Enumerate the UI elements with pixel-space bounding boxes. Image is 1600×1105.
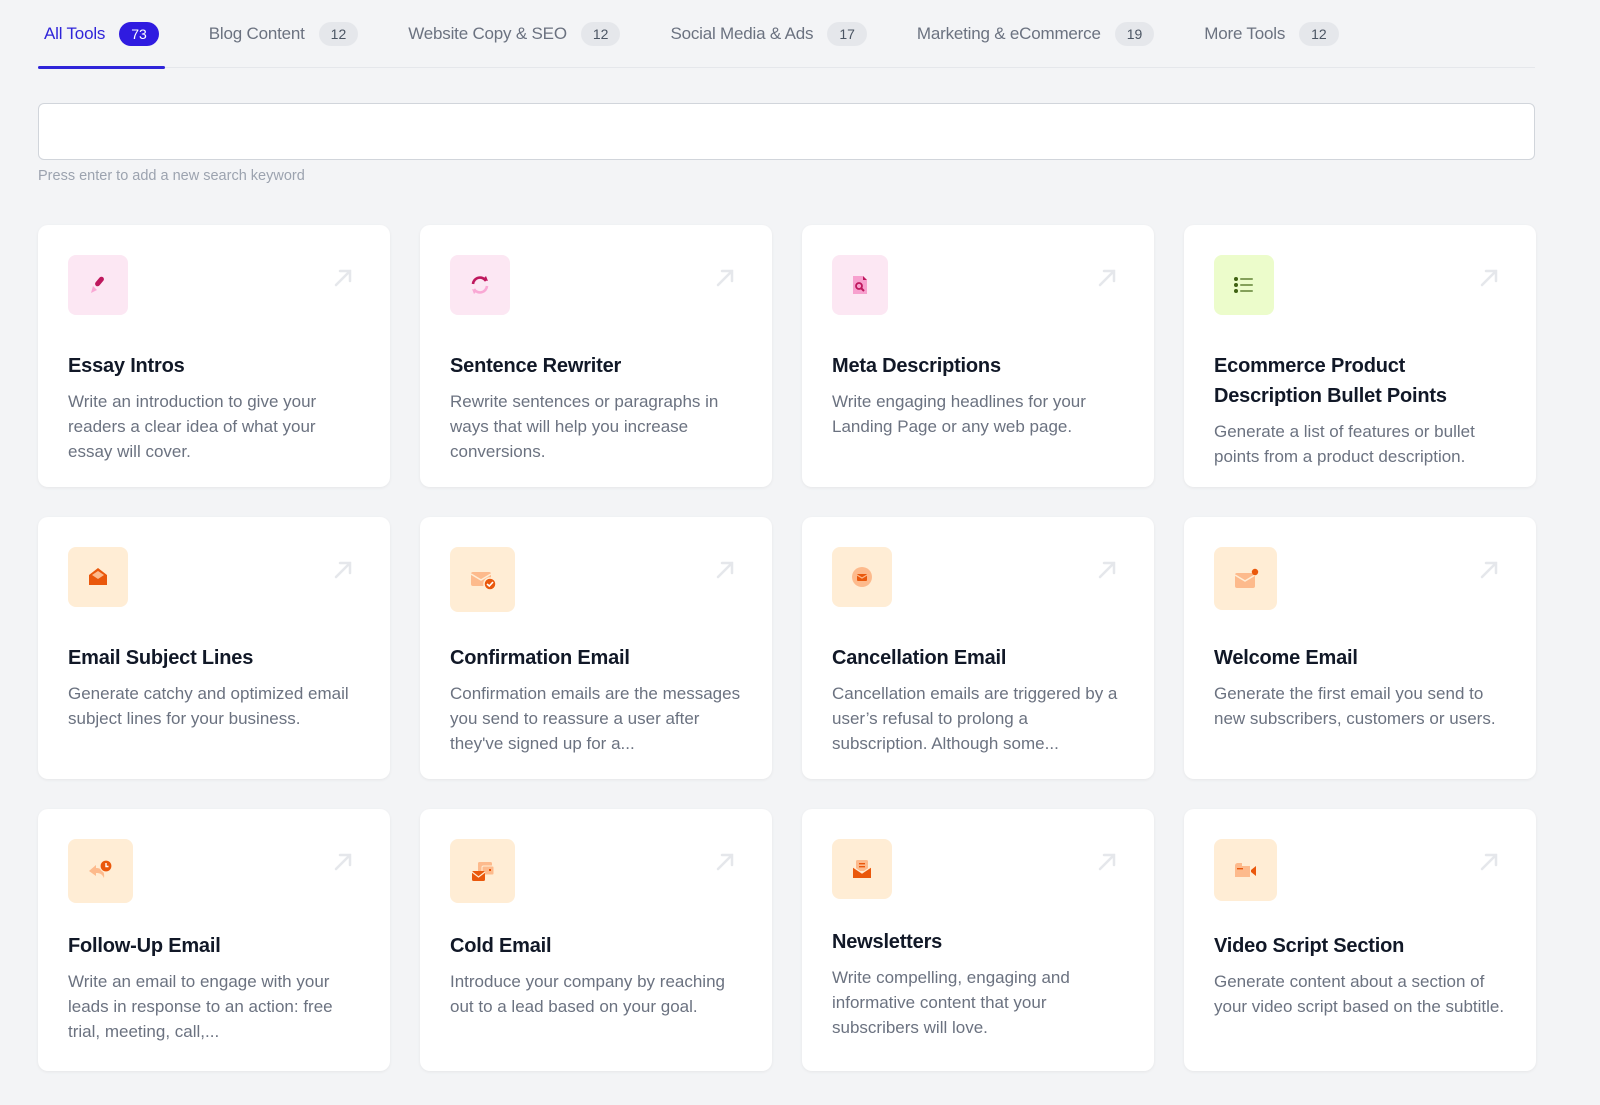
refresh-icon [471, 276, 489, 294]
tab-social-media-ads[interactable]: Social Media & Ads 17 [664, 0, 872, 68]
tab-label: Social Media & Ads [670, 23, 814, 43]
tab-label: All Tools [44, 23, 106, 43]
tab-more-tools[interactable]: More Tools 12 [1198, 0, 1344, 68]
tool-description: Generate catchy and optimized email subj… [68, 684, 349, 728]
arrow-up-right-icon [334, 269, 352, 287]
tool-title: Email Subject Lines [68, 647, 254, 669]
video-camera-icon [1234, 863, 1256, 877]
arrow-up-right-icon [1480, 561, 1498, 579]
tool-description: Introduce your company by reaching out t… [450, 972, 725, 1016]
tool-icon-box [1214, 839, 1277, 901]
envelope-stack-icon [471, 862, 494, 881]
tool-card-confirmation-email[interactable]: Confirmation Email Confirmation emails a… [420, 517, 772, 779]
tool-icon-box [450, 255, 510, 315]
arrow-up-right-icon [1480, 269, 1498, 287]
tab-marketing-ecommerce[interactable]: Marketing & eCommerce 19 [911, 0, 1160, 68]
tool-card-email-subject-lines[interactable]: Email Subject Lines Generate catchy and … [38, 517, 390, 779]
tool-title: Cold Email [450, 935, 552, 957]
arrow-up-right-icon [716, 561, 734, 579]
tool-card-cancellation-email[interactable]: Cancellation Email Cancellation emails a… [802, 517, 1154, 779]
tool-icon-box [1214, 547, 1277, 610]
tool-card-ecommerce-bullet-points[interactable]: Ecommerce Product Description Bullet Poi… [1184, 225, 1536, 487]
arrow-up-right-icon [716, 269, 734, 287]
tool-card-sentence-rewriter[interactable]: Sentence Rewriter Rewrite sentences or p… [420, 225, 772, 487]
arrow-up-right-icon [1480, 853, 1498, 871]
tool-description: Rewrite sentences or paragraphs in ways … [450, 392, 719, 461]
tool-title: Video Script Section [1214, 935, 1405, 957]
tool-icon-box [68, 255, 128, 315]
tool-icon-box [68, 839, 133, 903]
tab-all-tools[interactable]: All Tools 73 [38, 0, 165, 69]
tool-icon-box [832, 547, 892, 607]
envelope-dot-icon [1234, 568, 1258, 588]
tool-icon-box [832, 839, 892, 899]
tool-description: Write compelling, engaging and informati… [832, 968, 1070, 1037]
tool-card-video-script-section[interactable]: Video Script Section Generate content ab… [1184, 809, 1536, 1071]
tool-card-meta-descriptions[interactable]: Meta Descriptions Write engaging headlin… [802, 225, 1154, 487]
tool-icon-box [450, 839, 515, 903]
tab-count-badge: 73 [119, 21, 159, 46]
envelope-circle-icon [852, 567, 872, 587]
tool-description: Generate the first email you send to new… [1214, 684, 1496, 728]
tool-card-essay-intros[interactable]: Essay Intros Write an introduction to gi… [38, 225, 390, 487]
envelope-open-icon [89, 568, 107, 585]
tool-title: Follow-Up Email [68, 935, 221, 957]
tool-title: Confirmation Email [450, 647, 630, 669]
tool-title: Sentence Rewriter [450, 355, 622, 377]
arrow-up-right-icon [716, 853, 734, 871]
tab-blog-content[interactable]: Blog Content 12 [203, 0, 364, 68]
tool-description: Confirmation emails are the messages you… [450, 684, 741, 753]
arrow-up-right-icon [1098, 853, 1116, 871]
arrow-up-right-icon [334, 561, 352, 579]
tab-label: Website Copy & SEO [408, 23, 567, 43]
tool-icon-box [1214, 255, 1274, 315]
tool-description: Generate content about a section of your… [1214, 972, 1505, 1016]
envelope-check-icon [470, 571, 497, 591]
tool-title: Newsletters [832, 931, 943, 953]
arrow-up-right-icon [334, 853, 352, 871]
tool-description: Cancellation emails are triggered by a u… [832, 684, 1118, 753]
tool-card-follow-up-email[interactable]: Follow-Up Email Write an email to engage… [38, 809, 390, 1071]
tool-description: Write engaging headlines for your Landin… [832, 392, 1086, 436]
tool-description: Write an email to engage with your leads… [68, 972, 333, 1041]
tool-title: Welcome Email [1214, 647, 1358, 669]
tab-count-badge: 17 [827, 21, 867, 46]
arrow-up-right-icon [1098, 269, 1116, 287]
tool-title: Meta Descriptions [832, 355, 1001, 377]
file-search-icon [853, 276, 867, 294]
tab-label: Blog Content [208, 23, 305, 43]
tool-description: Generate a list of features or bullet po… [1214, 422, 1475, 466]
search-keyword-input[interactable] [38, 103, 1535, 160]
tool-title: Ecommerce Product Description Bullet Poi… [1214, 355, 1447, 407]
list-bullet-icon [1234, 277, 1253, 293]
tool-icon-box [68, 547, 128, 607]
tool-title: Cancellation Email [832, 647, 1007, 669]
pen-nib-icon [91, 276, 104, 293]
tool-icon-box [832, 255, 888, 315]
tab-label: Marketing & eCommerce [916, 23, 1101, 43]
search-hint: Press enter to add a new search keyword [38, 168, 305, 184]
tab-count-badge: 12 [318, 21, 359, 46]
tool-card-welcome-email[interactable]: Welcome Email Generate the first email y… [1184, 517, 1536, 779]
category-tabs: All Tools 73 Blog Content 12 Website Cop… [38, 0, 1535, 69]
tool-card-newsletters[interactable]: Newsletters Write compelling, engaging a… [802, 809, 1154, 1071]
tab-count-badge: 12 [580, 21, 621, 46]
newsletter-icon [852, 860, 872, 878]
tools-grid: Essay Intros Write an introduction to gi… [38, 225, 1536, 1071]
tab-website-copy-seo[interactable]: Website Copy & SEO 12 [402, 0, 626, 68]
tool-description: Write an introduction to give your reade… [68, 392, 317, 461]
reply-clock-icon [88, 859, 113, 878]
tool-icon-box [450, 547, 515, 612]
tab-label: More Tools [1204, 23, 1286, 43]
tab-count-badge: 12 [1299, 21, 1339, 46]
arrow-up-right-icon [1098, 561, 1116, 579]
tool-card-cold-email[interactable]: Cold Email Introduce your company by rea… [420, 809, 772, 1071]
tool-title: Essay Intros [68, 355, 185, 377]
search-section: Press enter to add a new search keyword [38, 103, 1535, 184]
tab-count-badge: 19 [1114, 21, 1155, 46]
